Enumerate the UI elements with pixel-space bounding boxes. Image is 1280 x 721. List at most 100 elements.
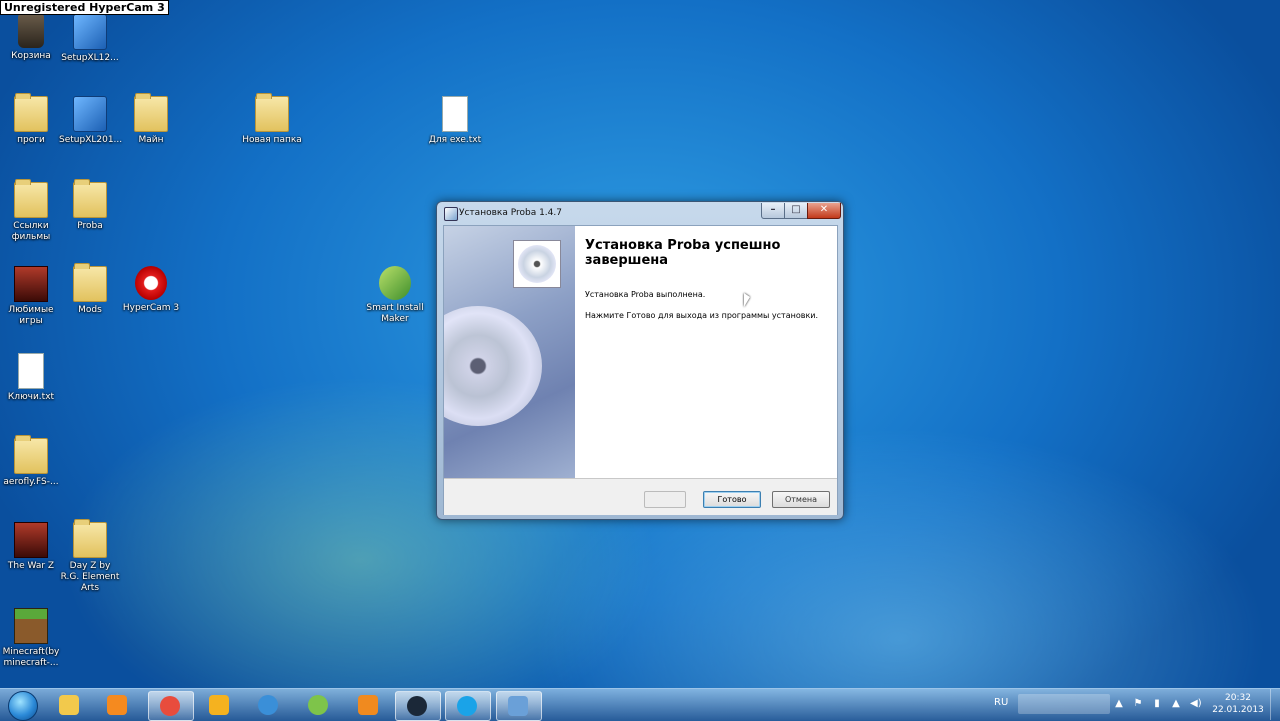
installer-icon — [73, 96, 107, 132]
desktop-icon-label: Proba — [77, 221, 103, 231]
tray-toolbar[interactable] — [1018, 694, 1110, 714]
desktop-icon-minecraft[interactable]: Minecraft(by minecraft-... — [0, 608, 62, 669]
installer-icon — [73, 14, 107, 50]
desktop-icon-label: Майн — [138, 135, 164, 145]
games-folder-icon — [14, 266, 48, 302]
exit-instruction: Нажмите Готово для выхода из программы у… — [585, 311, 819, 320]
minimize-icon: – — [770, 204, 776, 215]
desktop-icon-klyuchi[interactable]: Ключи.txt — [0, 353, 62, 403]
folder-icon — [255, 93, 289, 132]
desktop-icon-mods[interactable]: Mods — [59, 263, 121, 316]
desktop-icon-label: Ключи.txt — [7, 392, 55, 402]
desktop-icon-setupxl12[interactable]: SetupXL12... — [59, 14, 121, 64]
installer-side-banner — [444, 226, 575, 478]
app-icon — [209, 695, 229, 715]
taskbar-item-media-player[interactable] — [96, 691, 140, 719]
minimize-button[interactable]: – — [761, 203, 785, 219]
windows-orb-icon — [8, 691, 38, 721]
folder-icon — [14, 435, 48, 474]
completion-heading: Установка Proba успешно завершена — [585, 238, 781, 268]
desktop-icon-day-z[interactable]: Day Z by R.G. Element Arts — [59, 519, 121, 594]
smart-install-maker-icon — [379, 266, 411, 300]
maximize-icon: □ — [791, 204, 801, 215]
folder-icon — [134, 93, 168, 132]
minecraft-icon — [14, 608, 48, 644]
taskbar-clock[interactable]: 20:32 22.01.2013 — [1208, 692, 1268, 716]
desktop-icon-proba[interactable]: Proba — [59, 179, 121, 232]
folder-icon — [73, 179, 107, 218]
folder-icon — [73, 263, 107, 302]
taskbar-item-skype[interactable] — [445, 691, 491, 721]
volume-icon[interactable]: ◀) — [1190, 699, 1202, 709]
desktop-icon-main[interactable]: Майн — [120, 93, 182, 146]
action-center-icon[interactable]: ⚑ — [1133, 699, 1143, 709]
chrome-icon — [160, 696, 180, 716]
installer-icon — [508, 696, 528, 716]
desktop-icon-label: Корзина — [11, 51, 51, 61]
folder-icon — [14, 179, 48, 218]
close-button[interactable]: ✕ — [807, 203, 841, 219]
media-player-icon — [107, 695, 127, 715]
desktop-icon-label: Ссылки фильмы — [11, 221, 51, 242]
installer-app-icon — [444, 207, 458, 221]
desktop-icon-progi[interactable]: проги — [0, 93, 62, 146]
desktop-icon-hypercam[interactable]: HyperCam 3 — [120, 266, 182, 314]
show-desktop-button[interactable] — [1270, 689, 1280, 720]
desktop-icon-the-war-z[interactable]: The War Z — [0, 522, 62, 572]
taskbar-item-explorer[interactable] — [48, 691, 92, 719]
network-icon[interactable]: ▲ — [1171, 699, 1181, 709]
clock-time: 20:32 — [1225, 693, 1251, 703]
desktop-icon-label: HyperCam 3 — [122, 303, 180, 313]
taskbar-item-chrome[interactable] — [148, 691, 194, 721]
desktop-icon-label: SetupXL12... — [61, 53, 119, 63]
dialog-client-area: Установка Proba успешно завершена Устано… — [443, 225, 838, 515]
desktop-icon-label: Smart Install Maker — [366, 303, 424, 324]
taskbar-item-game[interactable] — [297, 691, 341, 719]
desktop-icon-label: Новая папка — [242, 135, 302, 145]
installer-dialog: Установка Proba 1.4.7 – □ ✕ Установка Pr… — [436, 201, 844, 520]
completion-message: Установка Proba выполнена. — [585, 290, 706, 299]
taskbar-item-steam[interactable] — [395, 691, 441, 721]
dialog-content: Установка Proba успешно завершена Устано… — [575, 226, 837, 478]
start-button[interactable] — [4, 689, 40, 721]
desktop-icon-label: The War Z — [7, 561, 55, 571]
hypercam-watermark: Unregistered HyperCam 3 — [0, 0, 169, 15]
dialog-titlebar[interactable]: Установка Proba 1.4.7 – □ ✕ — [437, 202, 843, 224]
taskbar-item-app[interactable] — [198, 691, 242, 719]
desktop-icon-new-folder[interactable]: Новая папка — [241, 93, 303, 146]
desktop-icon-label: Для exe.txt — [428, 135, 482, 145]
taskbar-item-odnoklassniki[interactable] — [347, 691, 391, 719]
finish-button[interactable]: Готово — [703, 491, 761, 508]
text-file-icon — [442, 96, 468, 132]
language-indicator[interactable]: RU — [994, 697, 1008, 708]
cancel-button[interactable]: Отмена — [772, 491, 830, 508]
maximize-button[interactable]: □ — [784, 203, 808, 219]
war-z-icon — [14, 522, 48, 558]
desktop-icon-smart-install-maker[interactable]: Smart Install Maker — [364, 266, 426, 325]
dialog-footer: Готово Отмена — [444, 478, 837, 515]
show-hidden-icons-icon[interactable]: ▲ — [1114, 699, 1124, 709]
desktop-icon-setupxl201[interactable]: SetupXL201... — [59, 96, 122, 146]
taskbar-item-installer[interactable] — [496, 691, 542, 721]
desktop-icon-recycle-bin[interactable]: Корзина — [0, 14, 62, 62]
mouse-cursor — [744, 293, 750, 307]
back-button-disabled — [644, 491, 686, 508]
desktop-icon-aerofly[interactable]: aerofly.FS-... — [0, 435, 62, 488]
cd-icon — [518, 245, 556, 283]
clock-date: 22.01.2013 — [1212, 705, 1264, 715]
taskbar-item-mail[interactable] — [247, 691, 291, 719]
odnoklassniki-icon — [358, 695, 378, 715]
text-file-icon — [18, 353, 44, 389]
desktop-icon-ssylki-filmy[interactable]: Ссылки фильмы — [0, 179, 62, 243]
desktop-icon-label: Любимые игры — [8, 305, 54, 326]
game-icon — [308, 695, 328, 715]
desktop-icon-lyubimye-igry[interactable]: Любимые игры — [0, 266, 62, 327]
desktop-icon-dlya-exe[interactable]: Для exe.txt — [424, 96, 486, 146]
desktop-icon-label: проги — [17, 135, 45, 145]
skype-icon — [457, 696, 477, 716]
battery-icon[interactable]: ▮ — [1152, 699, 1162, 709]
dialog-title: Установка Proba 1.4.7 — [459, 208, 562, 218]
explorer-icon — [59, 695, 79, 715]
steam-icon — [407, 696, 427, 716]
desktop-icon-label: Minecraft(by minecraft-... — [2, 647, 60, 668]
